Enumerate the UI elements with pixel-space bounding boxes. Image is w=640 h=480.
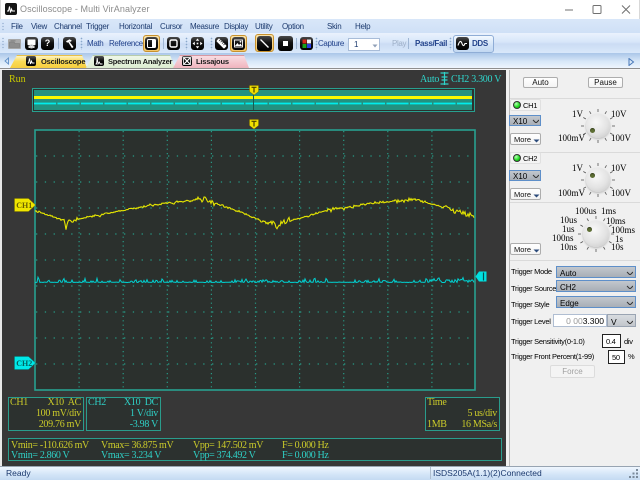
svg-text:CH2: CH2	[16, 359, 32, 368]
svg-text:CH1: CH1	[16, 201, 32, 210]
